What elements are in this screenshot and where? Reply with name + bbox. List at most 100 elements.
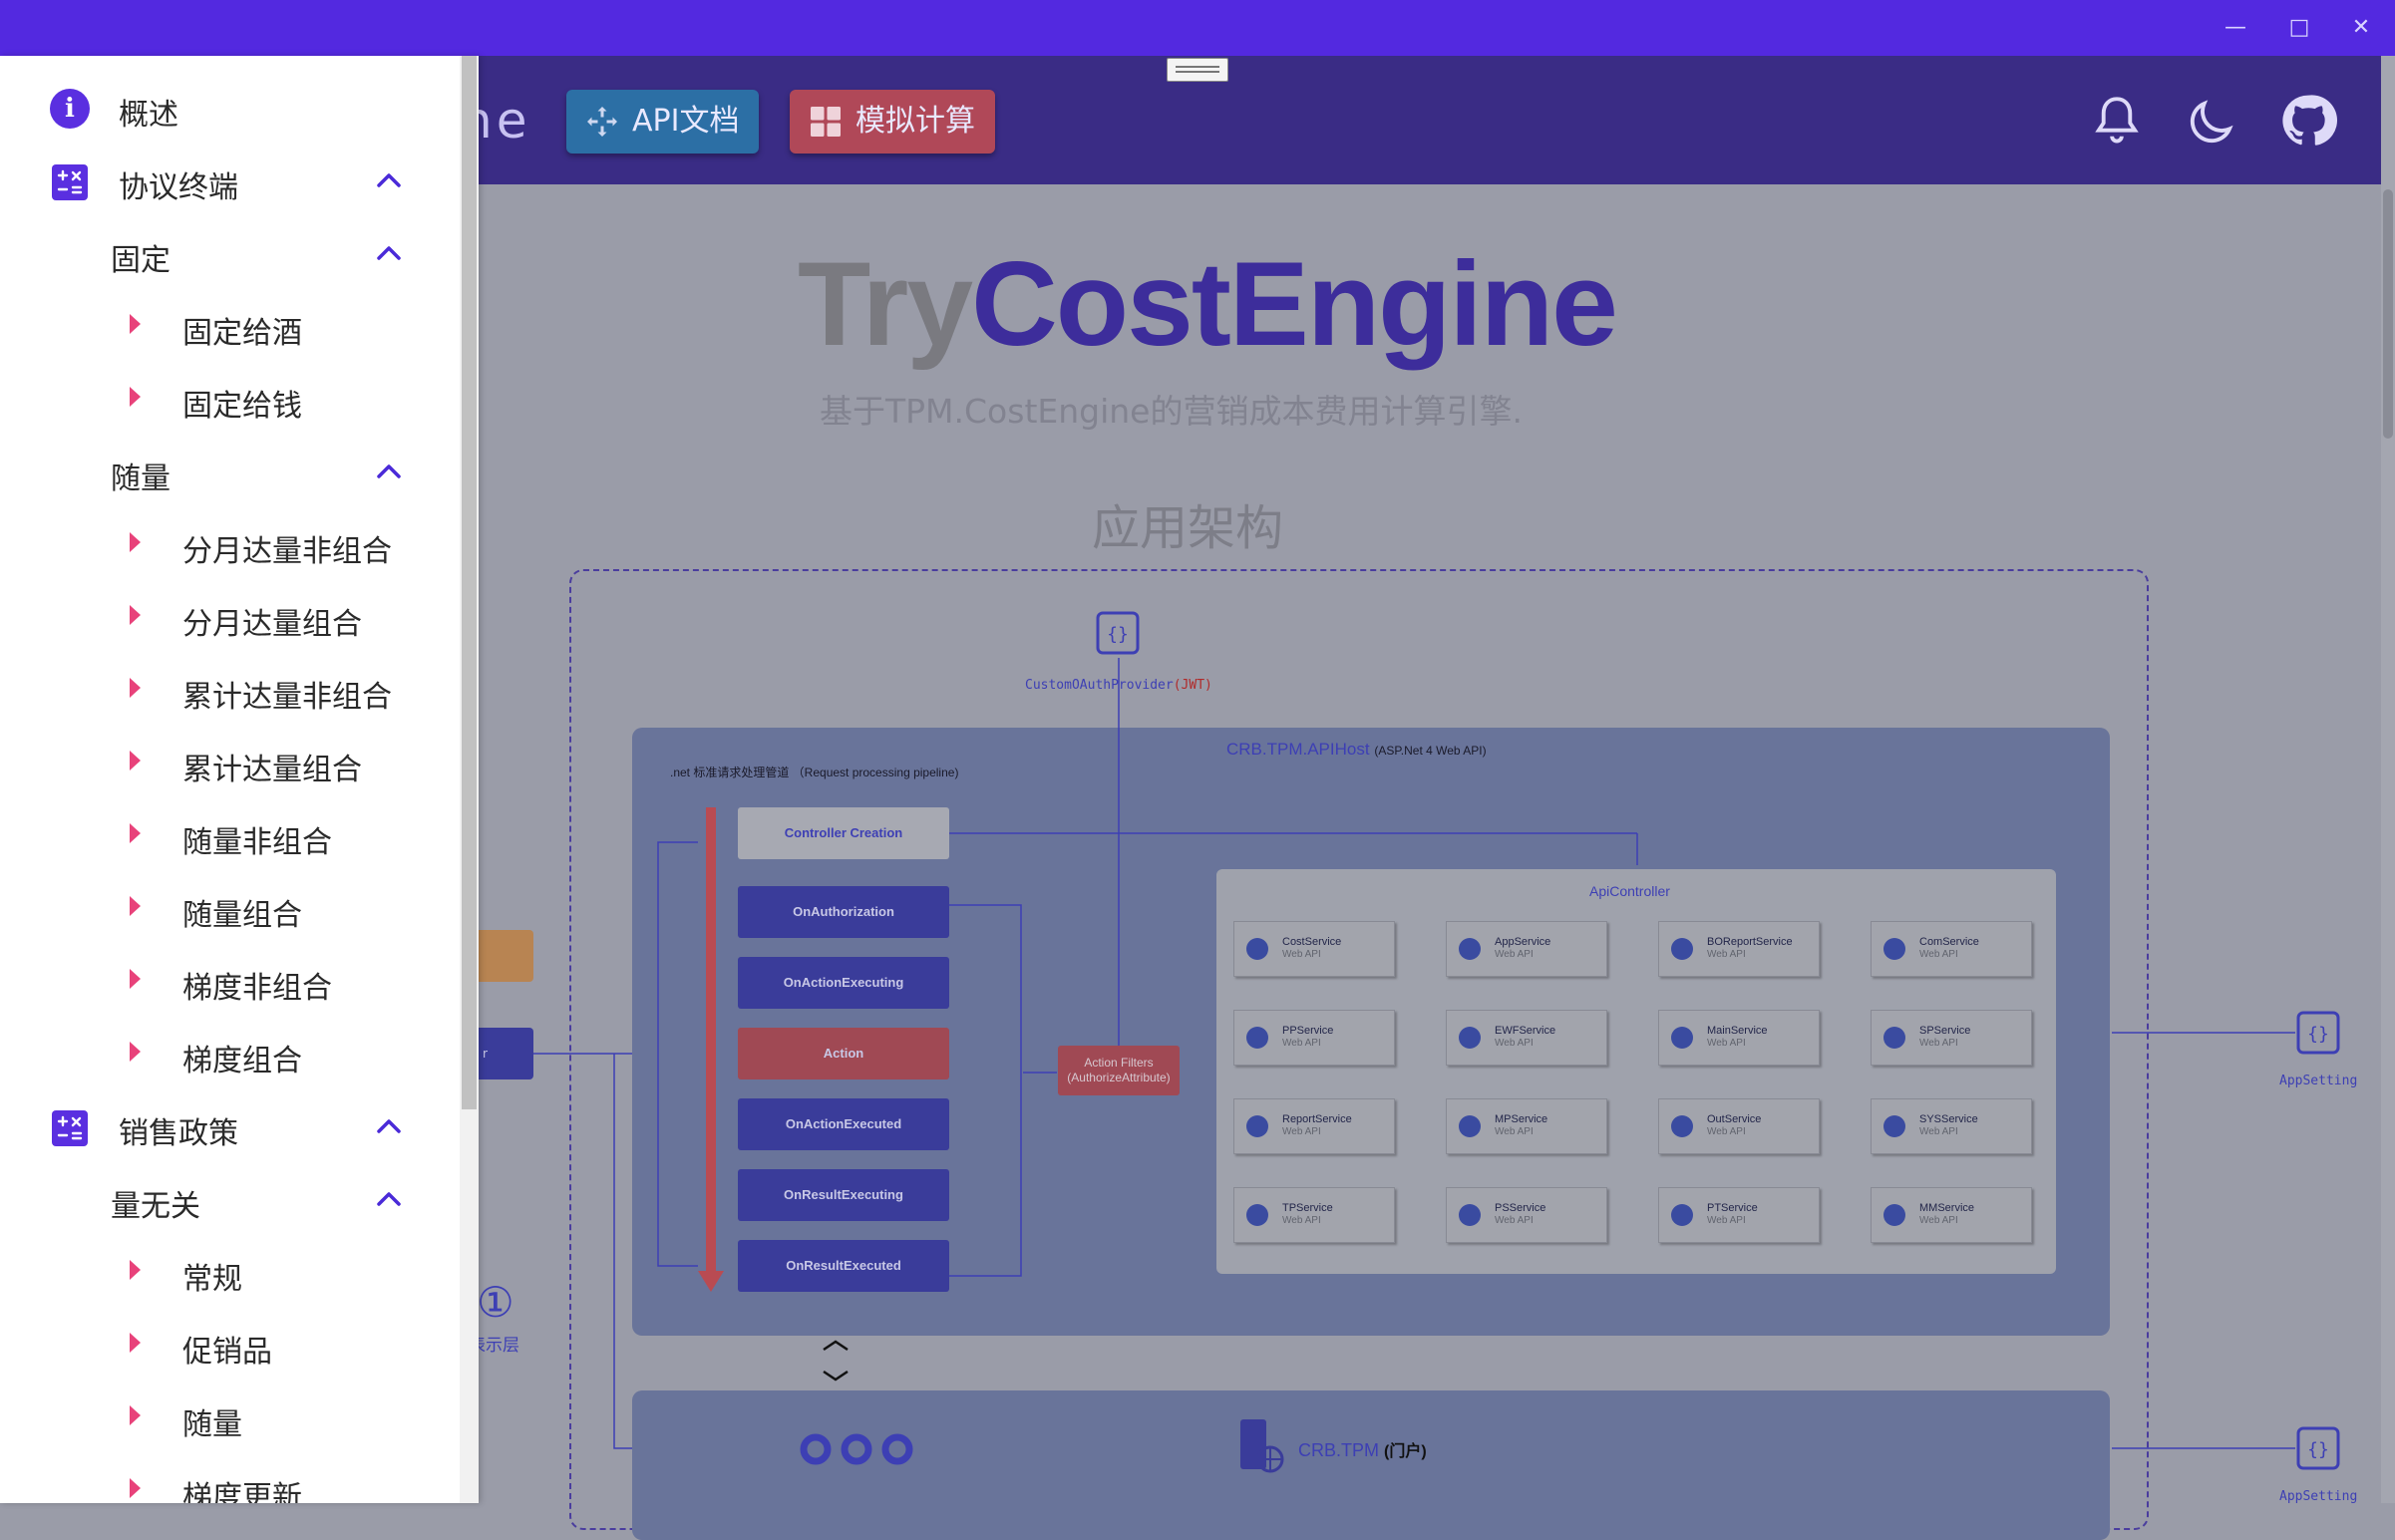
svg-text:{}: {} xyxy=(2307,1439,2329,1460)
sidebar-item[interactable]: 固定给钱 xyxy=(0,363,459,436)
service-subtitle: Web API xyxy=(1282,1215,1321,1226)
pipeline-on-action-executing: OnActionExecuting xyxy=(738,957,949,1009)
service-name: CostService xyxy=(1282,936,1342,948)
left-box-blue: r xyxy=(479,1028,533,1079)
service-subtitle: Web API xyxy=(1282,1126,1321,1137)
service-icon xyxy=(1883,1027,1905,1049)
service-icon xyxy=(1671,938,1693,960)
service-name: MMService xyxy=(1919,1202,1975,1214)
service-icon xyxy=(1883,1115,1905,1137)
sidebar-item[interactable]: 协议终端 xyxy=(0,145,459,217)
sidebar-item[interactable]: 梯度非组合 xyxy=(0,945,459,1018)
service-name: ReportService xyxy=(1282,1113,1352,1125)
chevron-up-icon[interactable] xyxy=(373,164,405,196)
sidebar-item[interactable]: 随量 xyxy=(0,1382,459,1454)
sidebar-item[interactable]: i 概述 xyxy=(0,72,459,145)
sidebar-item[interactable]: 固定 xyxy=(0,217,459,290)
action-filters-title: Action Filters xyxy=(1084,1056,1154,1070)
service-icon xyxy=(1671,1027,1693,1049)
side-drawer: i 概述 协议终端 固定 固定给酒 固定给钱 随量 分月达量非组合 分月达量组合 累计达量非组合累… xyxy=(0,56,479,1503)
pipeline-on-result-executed: OnResultExecuted xyxy=(738,1240,949,1292)
service-icon xyxy=(1246,1204,1268,1226)
sidebar-item[interactable]: 累计达量非组合 xyxy=(0,654,459,727)
service-name: PTService xyxy=(1707,1202,1758,1214)
service-card: SPService Web API xyxy=(1871,1010,2032,1066)
sidebar-item-label: 随量非组合 xyxy=(182,825,332,860)
service-name: ComService xyxy=(1919,936,1979,948)
chevron-up-icon[interactable] xyxy=(373,237,405,269)
service-icon xyxy=(1246,938,1268,960)
service-subtitle: Web API xyxy=(1282,949,1321,960)
sidebar-item[interactable]: 梯度组合 xyxy=(0,1018,459,1090)
service-card: ComService Web API xyxy=(1871,921,2032,977)
caret-right-icon xyxy=(130,1260,141,1280)
sidebar-item-label: 常规 xyxy=(182,1262,242,1297)
caret-right-icon xyxy=(130,1405,141,1425)
sidebar-item[interactable]: 梯度更新 xyxy=(0,1454,459,1503)
service-subtitle: Web API xyxy=(1495,949,1534,960)
action-filters-box: Action Filters (AuthorizeAttribute) xyxy=(1058,1046,1180,1095)
left-box-blue-label: r xyxy=(483,1047,488,1061)
service-subtitle: Web API xyxy=(1919,1038,1958,1049)
sidebar-item-label: 梯度更新 xyxy=(182,1480,302,1503)
chevron-up-icon[interactable] xyxy=(373,1110,405,1142)
portal-suffix: (门户) xyxy=(1384,1443,1427,1460)
service-name: SPService xyxy=(1919,1025,1971,1037)
service-icon xyxy=(1459,1027,1481,1049)
layer-number: ① xyxy=(477,1278,514,1327)
pipeline-on-action-executed: OnActionExecuted xyxy=(738,1098,949,1150)
api-controller-title: ApiController xyxy=(1589,883,1670,899)
web-server-icon xyxy=(1240,1419,1284,1473)
caret-right-icon xyxy=(130,896,141,916)
service-card: AppService Web API xyxy=(1446,921,1607,977)
sidebar-item[interactable]: 随量非组合 xyxy=(0,799,459,872)
sidebar-item[interactable]: 分月达量组合 xyxy=(0,581,459,654)
sidebar-item[interactable]: 分月达量非组合 xyxy=(0,508,459,581)
sidebar-item[interactable]: 累计达量组合 xyxy=(0,727,459,799)
service-name: BOReportService xyxy=(1707,936,1793,948)
service-card: EWFService Web API xyxy=(1446,1010,1607,1066)
portal-title: CRB.TPM (门户) xyxy=(1298,1437,1427,1461)
caret-right-icon xyxy=(130,605,141,625)
chevron-up-icon[interactable] xyxy=(373,456,405,487)
service-card: MainService Web API xyxy=(1658,1010,1820,1066)
service-subtitle: Web API xyxy=(1919,1215,1958,1226)
chevron-up-icon[interactable] xyxy=(373,1183,405,1215)
sidebar-item[interactable]: 随量组合 xyxy=(0,872,459,945)
service-card: MMService Web API xyxy=(1871,1187,2032,1243)
service-card: SYSService Web API xyxy=(1871,1098,2032,1154)
sidebar-item[interactable]: 销售政策 xyxy=(0,1090,459,1163)
caret-right-icon xyxy=(130,823,141,843)
appsetting-icon-1: {} xyxy=(2296,1011,2340,1055)
appsetting-label-2: AppSetting xyxy=(2279,1489,2358,1504)
sidebar-item-label: 协议终端 xyxy=(119,170,238,205)
appsetting-icon-2: {} xyxy=(2296,1426,2340,1470)
sidebar-item[interactable]: 固定给酒 xyxy=(0,290,459,363)
sidebar-item-label: 随量 xyxy=(111,462,171,496)
service-subtitle: Web API xyxy=(1707,1215,1746,1226)
pipeline-controller-creation: Controller Creation xyxy=(738,807,949,859)
sidebar-item-label: 量无关 xyxy=(111,1189,200,1224)
drawer-scrollbar-thumb[interactable] xyxy=(462,56,477,1109)
service-card: PSService Web API xyxy=(1446,1187,1607,1243)
sidebar-item-label: 累计达量非组合 xyxy=(182,680,392,715)
service-icon xyxy=(1246,1115,1268,1137)
service-subtitle: Web API xyxy=(1707,1038,1746,1049)
sidebar-item-label: 随量组合 xyxy=(182,898,302,933)
sidebar-item[interactable]: 随量 xyxy=(0,436,459,508)
service-icon xyxy=(1671,1204,1693,1226)
sidebar-item[interactable]: 常规 xyxy=(0,1236,459,1309)
sidebar-item[interactable]: 促销品 xyxy=(0,1309,459,1382)
service-subtitle: Web API xyxy=(1495,1126,1534,1137)
info-icon: i xyxy=(50,89,90,129)
caret-right-icon xyxy=(130,387,141,407)
service-card: ReportService Web API xyxy=(1233,1098,1395,1154)
service-name: SYSService xyxy=(1919,1113,1978,1125)
service-subtitle: Web API xyxy=(1919,949,1958,960)
service-subtitle: Web API xyxy=(1495,1038,1534,1049)
caret-right-icon xyxy=(130,678,141,698)
action-filters-subtitle: (AuthorizeAttribute) xyxy=(1067,1071,1171,1084)
caret-right-icon xyxy=(130,532,141,552)
service-card: CostService Web API xyxy=(1233,921,1395,977)
sidebar-item[interactable]: 量无关 xyxy=(0,1163,459,1236)
